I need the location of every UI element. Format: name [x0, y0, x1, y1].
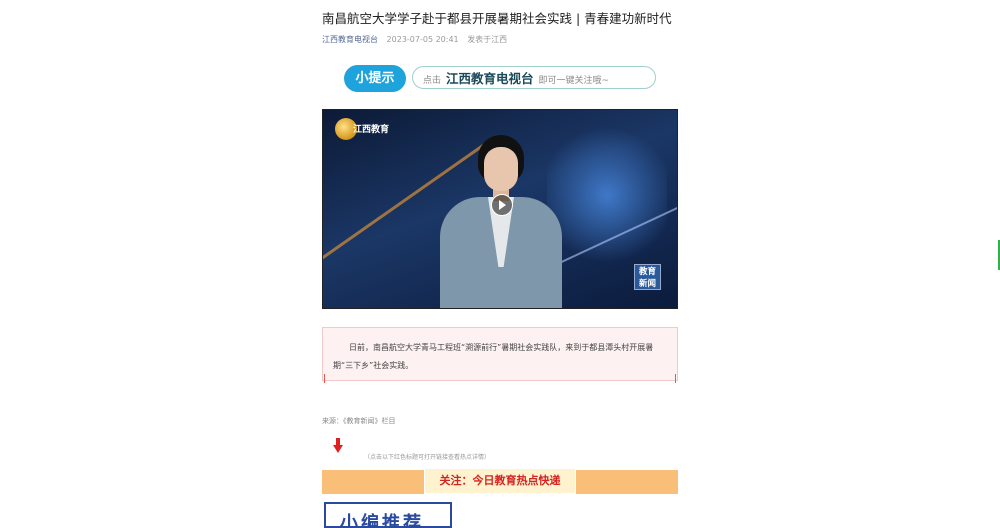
recommend-heading: 小编推荐 — [324, 502, 452, 528]
news-anchor-figure — [440, 135, 562, 308]
tip-pill: 点击 江西教育电视台 即可一键关注哦~ — [412, 66, 656, 89]
program-badge-line2: 新闻 — [638, 279, 656, 289]
article-title: 南昌航空大学学子赴于都县开展暑期社会实践 | 青春建功新时代 — [322, 11, 672, 26]
program-badge: 教育 新闻 — [634, 264, 661, 290]
program-badge-line1: 教育 — [638, 267, 656, 277]
arrow-down-icon — [333, 438, 343, 454]
tip-prefix: 点击 — [423, 76, 442, 86]
channel-logo: 江西教育 — [335, 118, 399, 140]
publish-date: 2023-07-05 20:41 — [386, 35, 459, 44]
link-hint: （点击以下红色标题可打开链接查看热点详情） — [364, 454, 491, 461]
intro-paragraph: 日前，南昌航空大学青马工程班“溯源前行”暑期社会实践队，来到于都县潭头村开展暑期… — [333, 343, 654, 370]
video-player[interactable]: 江西教育 教育 新闻 — [322, 109, 678, 309]
anchor-face — [484, 147, 518, 191]
tip-suffix: 即可一键关注哦~ — [538, 76, 610, 86]
account-link[interactable]: 江西教育电视台 — [322, 35, 378, 44]
tip-channel: 江西教育电视台 — [446, 71, 534, 86]
source-line: 来源：《教育新闻》栏目 — [322, 417, 396, 425]
studio-glow — [547, 120, 667, 270]
channel-logo-text: 江西教育 — [353, 125, 390, 135]
article-meta: 江西教育电视台 2023-07-05 20:41 发表于江西 — [322, 34, 507, 45]
tip-badge: 小提示 — [344, 65, 406, 92]
box-corner-mark — [675, 374, 676, 383]
box-corner-mark — [324, 374, 325, 383]
focus-heading[interactable]: 关注：今日教育热点快递 — [424, 468, 576, 494]
recommend-text: 小编推荐 — [340, 513, 424, 528]
play-icon[interactable] — [491, 194, 513, 216]
focus-bar: 关注：今日教育热点快递 — [322, 468, 678, 494]
follow-tip-banner[interactable]: 小提示 点击 江西教育电视台 即可一键关注哦~ — [344, 63, 656, 94]
intro-paragraph-box: 日前，南昌航空大学青马工程班“溯源前行”暑期社会实践队，来到于都县潭头村开展暑期… — [322, 327, 678, 383]
publish-location: 发表于江西 — [467, 35, 508, 44]
